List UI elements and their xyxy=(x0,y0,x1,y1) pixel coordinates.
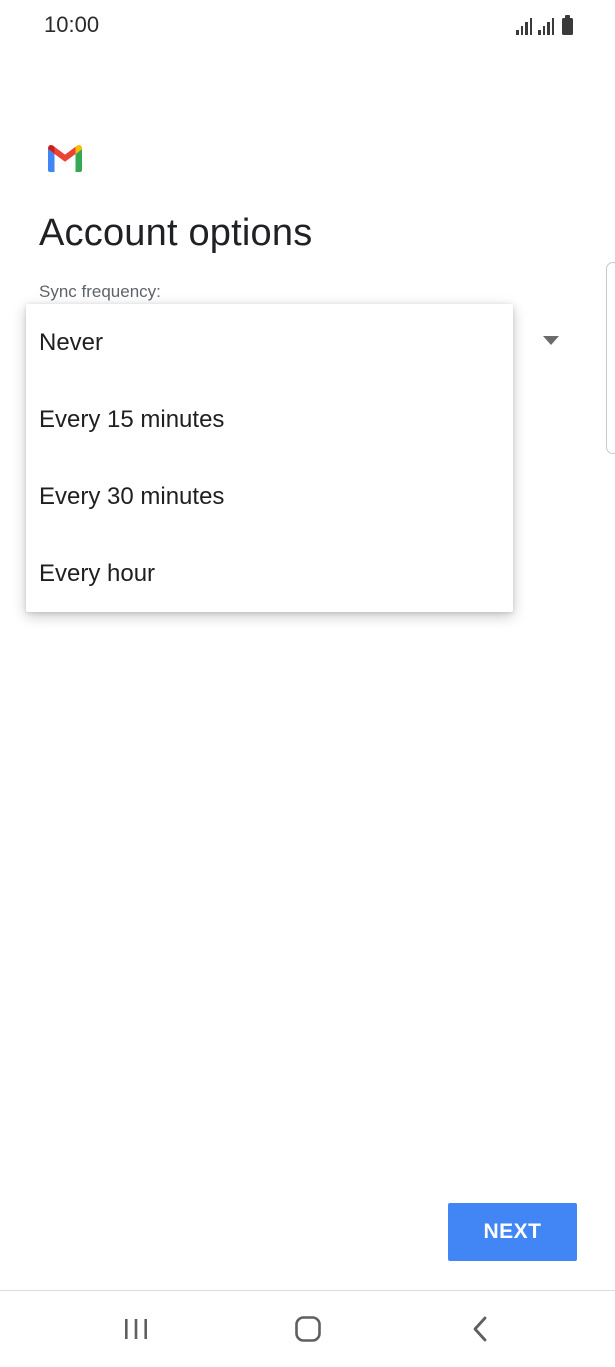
page-title: Account options xyxy=(39,212,313,254)
battery-icon xyxy=(562,15,573,35)
dropdown-arrow-icon[interactable] xyxy=(543,336,559,345)
dropdown-option-never[interactable]: Never xyxy=(26,304,513,381)
scroll-indicator[interactable] xyxy=(606,262,615,454)
back-button[interactable] xyxy=(435,1291,525,1367)
status-icons xyxy=(516,15,573,35)
gmail-logo xyxy=(48,144,82,172)
signal-icon xyxy=(538,17,554,35)
sync-frequency-dropdown: Never Every 15 minutes Every 30 minutes … xyxy=(26,304,513,612)
home-icon xyxy=(295,1316,321,1342)
status-time: 10:00 xyxy=(44,12,100,37)
navigation-bar xyxy=(0,1290,615,1367)
signal-icon xyxy=(516,17,532,35)
recents-icon xyxy=(125,1319,147,1339)
recents-button[interactable] xyxy=(91,1291,181,1367)
dropdown-option-every-30-minutes[interactable]: Every 30 minutes xyxy=(26,458,513,535)
sync-frequency-label: Sync frequency: xyxy=(39,282,161,301)
next-button[interactable]: NEXT xyxy=(448,1203,577,1261)
status-bar: 10:00 xyxy=(0,0,615,52)
dropdown-option-every-hour[interactable]: Every hour xyxy=(26,535,513,612)
dropdown-option-every-15-minutes[interactable]: Every 15 minutes xyxy=(26,381,513,458)
home-button[interactable] xyxy=(263,1291,353,1367)
back-icon xyxy=(473,1316,487,1342)
